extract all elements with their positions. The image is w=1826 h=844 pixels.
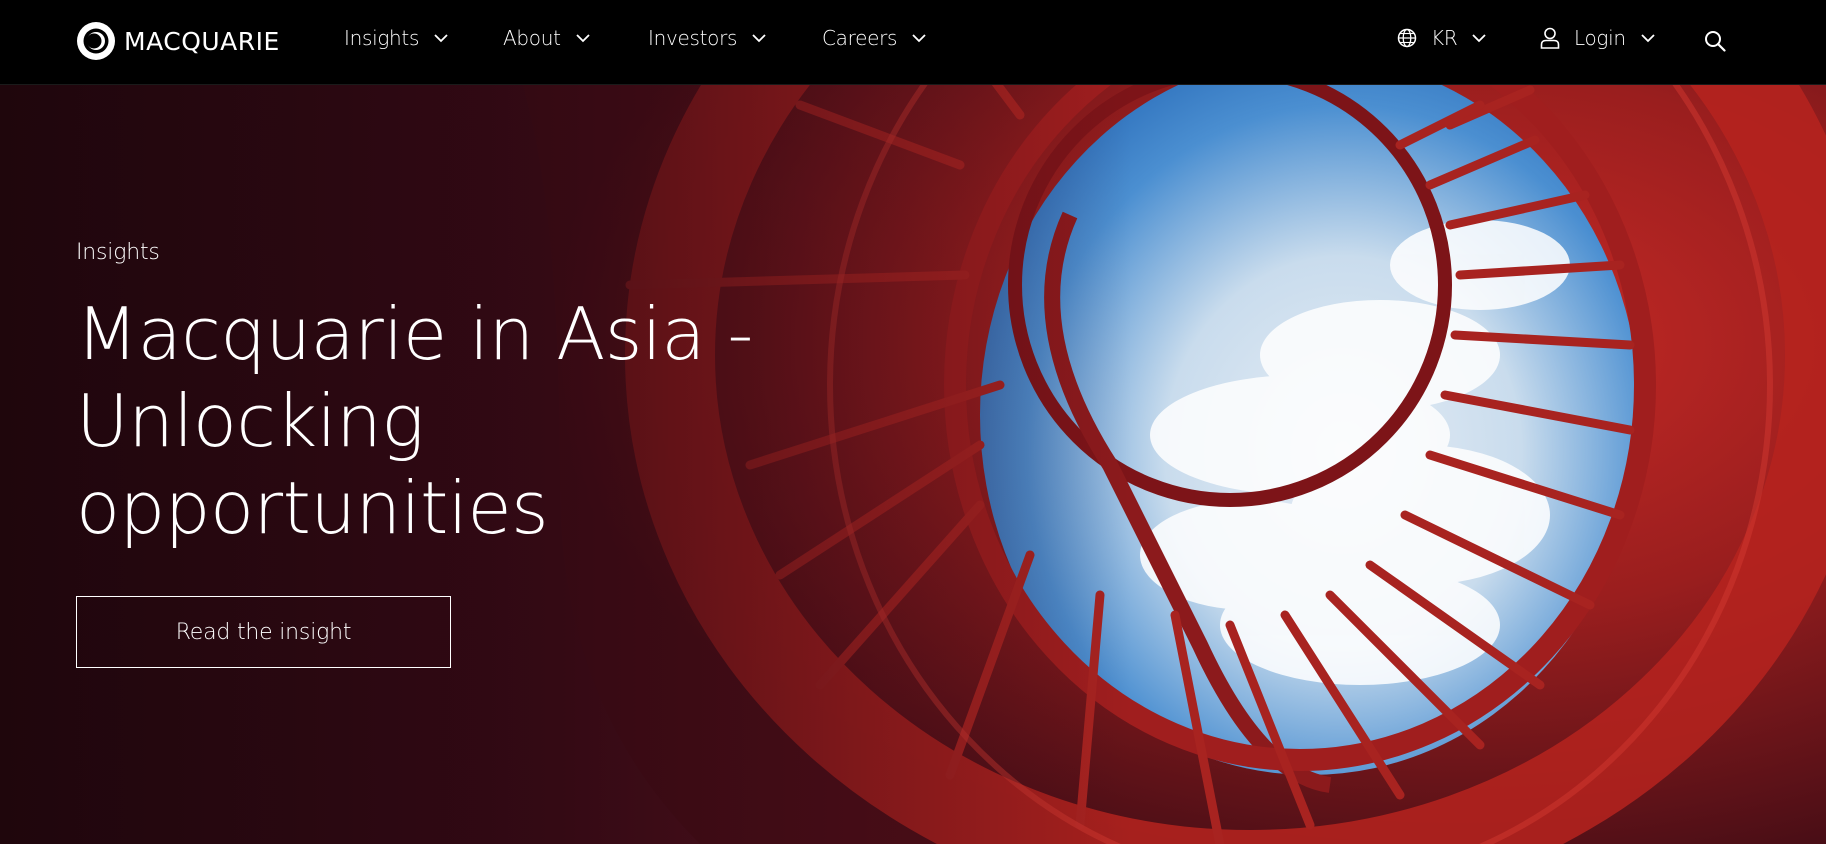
login-label: Login xyxy=(1574,26,1626,50)
top-navigation-bar: MACQUARIE Insights About Investors Caree… xyxy=(0,0,1826,85)
search-icon xyxy=(1705,31,1726,52)
hero-content: Insights Macquarie in Asia - Unlocking o… xyxy=(76,240,1076,668)
region-selector[interactable]: KR xyxy=(1397,26,1487,50)
macquarie-holey-dollar-icon xyxy=(77,22,115,60)
chevron-down-icon xyxy=(576,34,590,43)
chevron-down-icon xyxy=(1472,34,1487,43)
hero-headline-line1: Macquarie in Asia - Unlocking xyxy=(76,292,753,463)
globe-icon xyxy=(1397,28,1417,48)
read-insight-button[interactable]: Read the insight xyxy=(76,596,451,668)
chevron-down-icon xyxy=(912,34,926,43)
macquarie-logo[interactable]: MACQUARIE xyxy=(76,21,280,61)
hero-headline: Macquarie in Asia - Unlocking opportunit… xyxy=(76,291,1076,552)
nav-item-label: Investors xyxy=(648,26,738,50)
nav-item-label: About xyxy=(503,26,561,50)
nav-item-about[interactable]: About xyxy=(503,26,591,50)
login-menu[interactable]: Login xyxy=(1540,26,1656,50)
chevron-down-icon xyxy=(752,34,766,43)
hero-banner: Insights Macquarie in Asia - Unlocking o… xyxy=(0,85,1826,844)
nav-item-careers[interactable]: Careers xyxy=(822,26,927,50)
chevron-down-icon xyxy=(434,34,448,43)
chevron-down-icon xyxy=(1641,34,1655,43)
region-label: KR xyxy=(1431,26,1458,50)
user-icon xyxy=(1540,27,1560,49)
nav-item-label: Insights xyxy=(344,26,420,50)
nav-item-investors[interactable]: Investors xyxy=(648,26,767,50)
search-button[interactable] xyxy=(1704,30,1726,52)
nav-item-label: Careers xyxy=(822,26,898,50)
hero-headline-line2: opportunities xyxy=(76,466,549,550)
hero-eyebrow: Insights xyxy=(76,240,160,265)
nav-item-insights[interactable]: Insights xyxy=(344,26,449,50)
brand-name: MACQUARIE xyxy=(124,26,280,56)
